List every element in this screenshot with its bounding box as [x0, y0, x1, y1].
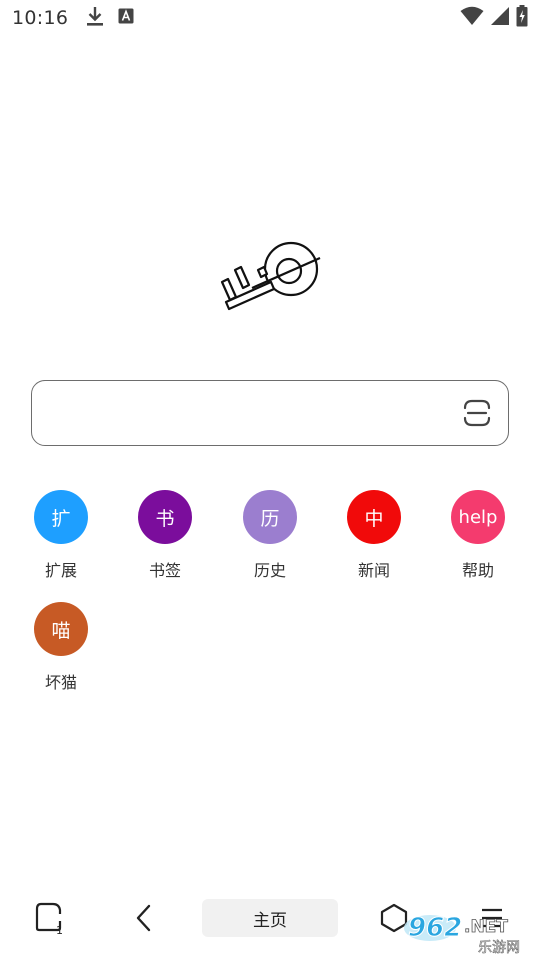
shortcut-history-icon: 历: [243, 490, 297, 544]
back-button[interactable]: [124, 892, 164, 944]
watermark-brand: 962: [408, 913, 462, 943]
shortcut-bookmarks-icon: 书: [138, 490, 192, 544]
shortcut-bad-cat-icon: 喵: [34, 602, 88, 656]
watermark-suffix: .NET: [464, 917, 508, 937]
shortcut-bad-cat-label: 坏猫: [44, 673, 77, 692]
shortcut-help-label: 帮助: [461, 561, 494, 580]
tabs-count: 1: [56, 924, 63, 935]
shortcut-bad-cat[interactable]: 喵 坏猫: [16, 602, 106, 693]
shortcut-extensions-label: 扩展: [44, 561, 77, 580]
shortcut-bookmarks[interactable]: 书 书签: [120, 490, 210, 581]
wifi-icon: [460, 6, 484, 30]
watermark-962-net: 962 .NET 乐游网: [400, 906, 536, 956]
shortcut-extensions[interactable]: 扩 扩展: [16, 490, 106, 581]
search-box[interactable]: [31, 380, 509, 446]
browser-home-screen: 10:16 扩 扩展 书 书签 历 历史 中 新闻 help 帮助 喵 坏猫 1…: [0, 0, 540, 960]
tabs-icon: 1: [35, 902, 63, 935]
home-button[interactable]: 主页: [202, 899, 338, 937]
shortcut-news[interactable]: 中 新闻: [329, 490, 419, 581]
scan-icon[interactable]: [462, 398, 492, 428]
download-icon: [86, 5, 104, 31]
battery-charging-icon: [516, 5, 528, 31]
back-icon: [136, 904, 151, 932]
shortcut-help[interactable]: help 帮助: [433, 490, 523, 581]
status-left-icons: [86, 5, 134, 31]
shortcut-news-icon: 中: [347, 490, 401, 544]
shortcut-history[interactable]: 历 历史: [225, 490, 315, 581]
signal-icon: [490, 6, 510, 30]
status-time: 10:16: [12, 7, 69, 29]
status-bar: 10:16: [0, 0, 540, 36]
shortcut-help-icon: help: [451, 490, 505, 544]
shortcut-history-label: 历史: [253, 561, 286, 580]
search-input[interactable]: [50, 381, 462, 445]
key-logo-icon: [218, 238, 322, 314]
shortcut-extensions-icon: 扩: [34, 490, 88, 544]
shortcut-news-label: 新闻: [357, 561, 390, 580]
status-right-icons: [460, 5, 528, 31]
shortcut-bookmarks-label: 书签: [148, 561, 181, 580]
watermark-subtitle: 乐游网: [478, 940, 520, 956]
tabs-button[interactable]: 1: [28, 892, 72, 944]
font-a-icon: [118, 8, 134, 28]
